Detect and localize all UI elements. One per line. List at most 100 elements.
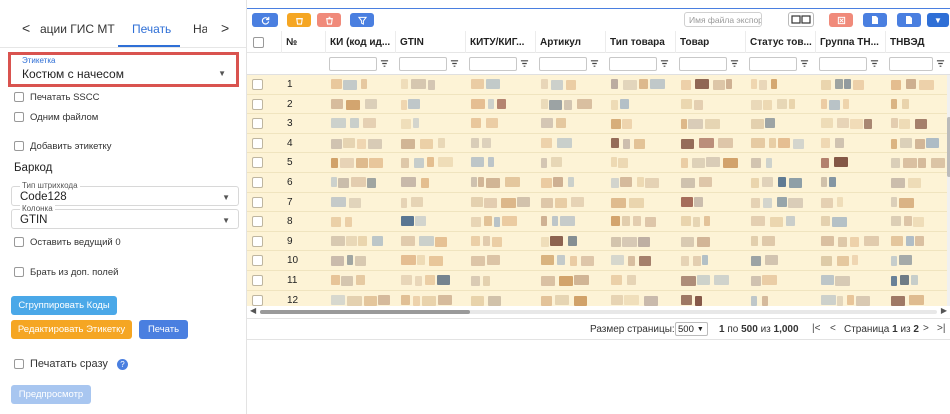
checkbox-box[interactable] xyxy=(14,92,24,102)
last-page-icon[interactable]: >| xyxy=(937,323,945,334)
table-row[interactable]: 6 xyxy=(247,173,947,193)
column-header-tnved[interactable]: ТНВЭД xyxy=(885,31,950,53)
filter-icon[interactable] xyxy=(450,59,459,68)
row-checkbox[interactable] xyxy=(252,79,263,90)
header-select-all[interactable] xyxy=(247,31,281,53)
tab-print[interactable]: Печать xyxy=(132,22,171,36)
checkbox-use-extra-fields[interactable]: Брать из доп. полей xyxy=(14,265,118,279)
label-select[interactable]: Этикетка Костюм с начесом ▼ xyxy=(8,52,239,87)
filter-input[interactable] xyxy=(889,56,933,71)
filter-icon[interactable] xyxy=(380,59,389,68)
filter-input[interactable] xyxy=(819,56,867,71)
column-header-product[interactable]: Товар xyxy=(675,31,745,53)
column-header-gtin[interactable]: GTIN xyxy=(395,31,465,53)
tab-gis-mt[interactable]: ации ГИС МТ xyxy=(40,22,115,36)
filter-input[interactable] xyxy=(539,56,587,71)
row-checkbox[interactable] xyxy=(252,196,263,208)
horizontal-scroll-thumb[interactable] xyxy=(260,310,470,314)
row-checkbox[interactable] xyxy=(252,275,263,286)
table-row[interactable]: 3 xyxy=(247,114,947,134)
column-header-article[interactable]: Артикул xyxy=(535,31,605,53)
filter-icon[interactable] xyxy=(800,59,809,68)
checkbox-box[interactable] xyxy=(14,237,24,247)
filter-icon[interactable] xyxy=(590,59,599,68)
barcode-column-select[interactable]: Колонка GTIN ▼ xyxy=(11,204,239,229)
redacted-cell-content xyxy=(611,294,623,305)
tabs-next-arrow-icon[interactable]: > xyxy=(221,20,229,36)
refresh-button[interactable] xyxy=(252,13,278,27)
checkbox-keep-leading-zero[interactable]: Оставить ведущий 0 xyxy=(14,235,121,249)
column-header-kitu[interactable]: КИТУ/КИГ... xyxy=(465,31,535,53)
clear-button[interactable] xyxy=(287,13,311,27)
filter-input[interactable] xyxy=(609,56,657,71)
column-header-number[interactable]: № xyxy=(281,31,325,53)
horizontal-scrollbar[interactable]: ◀ ▶ xyxy=(250,306,947,315)
first-page-icon[interactable]: |< xyxy=(812,323,820,334)
checkbox-box[interactable] xyxy=(14,112,24,122)
checkbox-box[interactable] xyxy=(14,267,24,277)
filter-icon[interactable] xyxy=(730,59,739,68)
checkbox-print-sscc[interactable]: Печатать SSCC xyxy=(14,90,99,104)
checkbox-label: Печатать сразу xyxy=(30,358,108,370)
table-row[interactable]: 11 xyxy=(247,271,947,291)
tab-next-partial[interactable]: На xyxy=(193,22,207,36)
scroll-left-icon[interactable]: ◀ xyxy=(250,306,256,315)
row-checkbox[interactable] xyxy=(252,118,263,130)
filter-button[interactable] xyxy=(350,13,374,27)
table-row[interactable]: 5 xyxy=(247,153,947,173)
export-excel-button[interactable] xyxy=(829,13,853,27)
row-checkbox[interactable] xyxy=(252,294,263,306)
table-row[interactable]: 8 xyxy=(247,212,947,232)
filter-icon[interactable] xyxy=(520,59,529,68)
column-header-product-type[interactable]: Тип товара xyxy=(605,31,675,53)
row-checkbox[interactable] xyxy=(252,235,263,247)
export-doc-button[interactable] xyxy=(897,13,921,27)
checkbox-box[interactable] xyxy=(14,359,24,369)
table-row[interactable]: 12 xyxy=(247,291,947,306)
table-row[interactable]: 4 xyxy=(247,134,947,154)
checkbox-single-file[interactable]: Одним файлом xyxy=(14,110,98,124)
filter-icon[interactable] xyxy=(936,59,945,68)
filter-input[interactable] xyxy=(329,56,377,71)
group-codes-button[interactable]: Сгруппировать Коды xyxy=(11,296,117,315)
row-checkbox[interactable] xyxy=(252,255,263,267)
filter-input[interactable] xyxy=(469,56,517,71)
help-icon[interactable]: ? xyxy=(117,359,128,370)
select-all-checkbox[interactable] xyxy=(253,36,264,48)
column-header-status[interactable]: Статус тов... xyxy=(745,31,815,53)
table-row[interactable]: 7 xyxy=(247,193,947,213)
prev-page-icon[interactable]: < xyxy=(830,323,836,334)
row-checkbox[interactable] xyxy=(252,98,263,110)
filter-icon[interactable] xyxy=(660,59,669,68)
row-checkbox[interactable] xyxy=(252,216,263,228)
edit-label-button[interactable]: Редактировать Этикетку xyxy=(11,320,132,339)
filter-input[interactable] xyxy=(399,56,447,71)
scroll-right-icon[interactable]: ▶ xyxy=(941,306,947,315)
checkbox-add-label[interactable]: Добавить этикетку xyxy=(14,139,112,153)
row-checkbox[interactable] xyxy=(252,137,263,149)
table-row[interactable]: 1 xyxy=(247,75,947,95)
delete-button[interactable] xyxy=(317,13,341,27)
more-options-button[interactable]: ▼ xyxy=(927,13,949,27)
filter-input[interactable] xyxy=(679,56,727,71)
tabs-prev-arrow-icon[interactable]: < xyxy=(22,20,30,36)
checkbox-print-now[interactable]: Печатать сразу xyxy=(14,357,108,371)
layout-toggle-button[interactable] xyxy=(788,12,814,27)
page-size-select[interactable]: 500 ▼ xyxy=(675,322,708,336)
barcode-type-select[interactable]: Тип штрихкода Code128 ▼ xyxy=(11,181,239,206)
row-checkbox[interactable] xyxy=(252,157,263,169)
export-file-button[interactable] xyxy=(863,13,887,27)
checkbox-box[interactable] xyxy=(14,141,24,151)
table-row[interactable]: 9 xyxy=(247,232,947,252)
export-filename-input[interactable]: Имя файла экспорта xyxy=(684,12,762,27)
column-header-ki[interactable]: КИ (код ид... xyxy=(325,31,395,53)
preview-button[interactable]: Предпросмотр xyxy=(11,385,91,404)
next-page-icon[interactable]: > xyxy=(923,323,929,334)
print-button[interactable]: Печать xyxy=(139,320,188,339)
table-row[interactable]: 2 xyxy=(247,95,947,115)
filter-icon[interactable] xyxy=(870,59,879,68)
table-row[interactable]: 10 xyxy=(247,251,947,271)
row-checkbox[interactable] xyxy=(252,177,263,188)
column-header-tn-group[interactable]: Группа ТН... xyxy=(815,31,885,53)
filter-input[interactable] xyxy=(749,56,797,71)
